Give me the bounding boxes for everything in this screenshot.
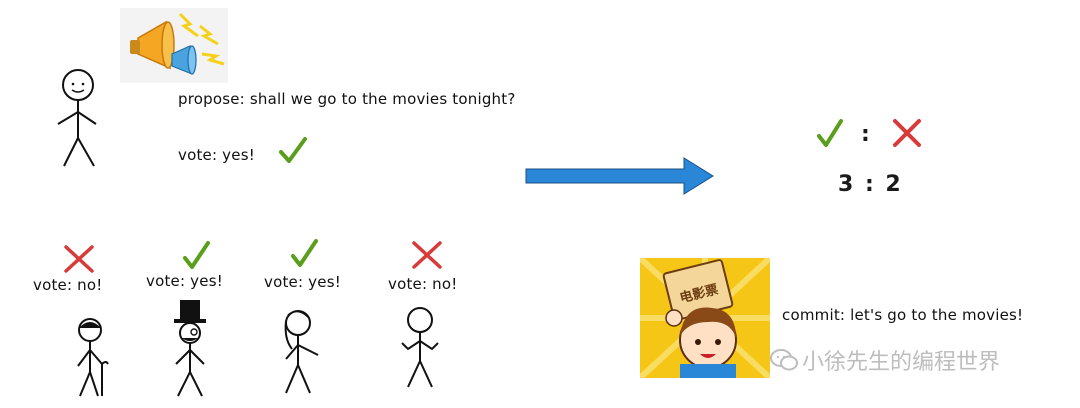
wechat-icon bbox=[770, 349, 798, 371]
cross-icon bbox=[893, 119, 921, 147]
movie-ticket-icon: 电影票 bbox=[640, 258, 770, 378]
voter-1-vote-text: vote: no! bbox=[33, 276, 103, 294]
result-separator: : bbox=[861, 122, 872, 147]
propose-text: propose: shall we go to the movies tonig… bbox=[178, 90, 516, 108]
check-icon bbox=[817, 119, 843, 147]
megaphone-illustration bbox=[120, 8, 228, 83]
proposer-vote-text: vote: yes! bbox=[178, 146, 255, 164]
arrow-right bbox=[525, 157, 714, 195]
voter-2-vote-text: vote: yes! bbox=[146, 272, 223, 290]
voter-1-stick-figure bbox=[77, 318, 109, 397]
result-score: 3 : 2 bbox=[838, 172, 903, 197]
check-icon bbox=[183, 241, 210, 269]
check-icon bbox=[279, 137, 307, 163]
cross-icon bbox=[64, 245, 94, 273]
check-icon bbox=[291, 239, 318, 267]
watermark-text: 小徐先生的编程世界 bbox=[802, 350, 1001, 375]
movie-ticket-illustration: 电影票 bbox=[640, 258, 770, 378]
voter-3-vote-text: vote: yes! bbox=[264, 273, 341, 291]
voter-3-stick-figure bbox=[284, 310, 319, 394]
megaphone-icon bbox=[130, 12, 225, 75]
proposer-stick-figure bbox=[57, 69, 97, 167]
voter-4-vote-text: vote: no! bbox=[388, 275, 458, 293]
voter-2-stick-figure bbox=[174, 300, 206, 397]
commit-text: commit: let's go to the movies! bbox=[782, 306, 1024, 324]
cross-icon bbox=[412, 241, 442, 269]
voter-4-stick-figure bbox=[401, 307, 439, 388]
